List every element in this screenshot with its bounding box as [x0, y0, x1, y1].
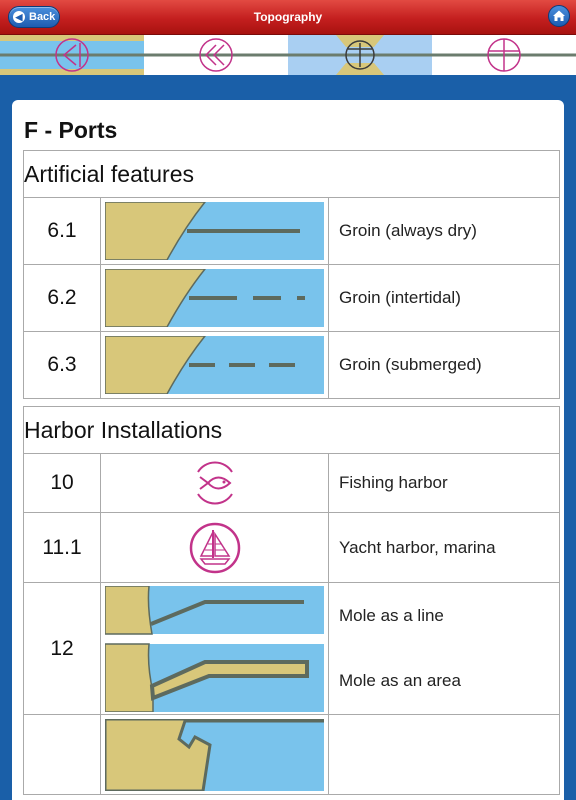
harbor-installations-table: Harbor Installations 10 Fishing harbor 1…	[23, 406, 560, 795]
arrow-chevron-icon	[0, 35, 144, 75]
top-bar: ◀ Back Topography	[0, 0, 576, 35]
mole-icon	[105, 585, 324, 712]
fish-icon	[196, 461, 233, 505]
artificial-features-table: Artificial features 6.1 Groin (always dr…	[23, 150, 560, 399]
group-heading: Artificial features	[23, 150, 560, 198]
home-button[interactable]	[548, 5, 570, 27]
symbol-image	[100, 453, 329, 513]
symbol-description: Yacht harbor, marina	[328, 512, 560, 583]
symbol-number: 6.1	[23, 197, 101, 265]
symbol-image	[100, 264, 329, 332]
groin-dashed-icon	[105, 269, 324, 327]
table-row[interactable]: 10 Fishing harbor	[23, 453, 560, 513]
symbol-description: Groin (intertidal)	[328, 264, 560, 332]
tab-2[interactable]	[144, 35, 288, 75]
symbol-card[interactable]: F - Ports Artificial features 6.1 Groin …	[12, 100, 564, 800]
table-row[interactable]: 6.2 Groin (intertidal)	[23, 264, 560, 332]
content-area: F - Ports Artificial features 6.1 Groin …	[0, 75, 576, 800]
home-icon	[553, 10, 565, 21]
symbol-number: 6.3	[23, 331, 101, 399]
tab-1[interactable]	[0, 35, 144, 75]
symbol-description: Fishing harbor	[328, 453, 560, 513]
double-chevron-icon	[144, 38, 288, 72]
table-row[interactable]: 12 Mole as a line Mole as an area	[23, 582, 560, 715]
symbol-description: Mole as a line Mole as an area	[328, 582, 560, 715]
symbol-description: Groin (submerged)	[328, 331, 560, 399]
bridge-icon	[288, 35, 432, 75]
symbol-number: 12	[23, 582, 101, 715]
symbol-image	[100, 512, 329, 583]
tab-3[interactable]	[288, 35, 432, 75]
symbol-description	[328, 714, 560, 795]
sailboat-icon	[189, 522, 240, 573]
wharf-icon	[105, 718, 324, 791]
table-row[interactable]: 6.1 Groin (always dry)	[23, 197, 560, 265]
symbol-image	[100, 197, 329, 265]
symbol-image	[100, 331, 329, 399]
symbol-number: 11.1	[23, 512, 101, 583]
table-row[interactable]	[23, 714, 560, 795]
cross-circle-icon	[432, 38, 576, 72]
tab-4[interactable]	[432, 35, 576, 75]
group-heading: Harbor Installations	[23, 406, 560, 454]
symbol-number: 6.2	[23, 264, 101, 332]
tab-strip	[0, 35, 576, 75]
table-row[interactable]: 11.1 Yacht harbor, marina	[23, 512, 560, 583]
symbol-image	[100, 714, 329, 795]
symbol-description-line: Mole as a line	[339, 606, 444, 625]
section-title: F - Ports	[24, 117, 118, 143]
symbol-description: Groin (always dry)	[328, 197, 560, 265]
table-row[interactable]: 6.3 Groin (submerged)	[23, 331, 560, 399]
groin-dotted-icon	[105, 336, 324, 394]
groin-solid-icon	[105, 202, 324, 260]
symbol-image	[100, 582, 329, 715]
symbol-number: 10	[23, 453, 101, 513]
symbol-number	[23, 714, 101, 795]
page-title: Topography	[253, 10, 323, 24]
symbol-description-area: Mole as an area	[339, 671, 461, 690]
